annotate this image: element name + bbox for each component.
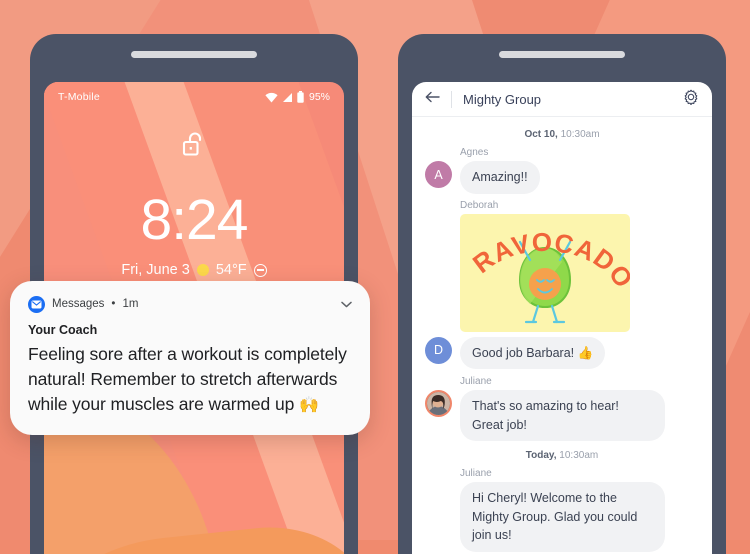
message-sender: Juliane xyxy=(460,376,492,387)
message-row: D Good job Barbara! 👍 xyxy=(425,336,699,369)
messages-icon xyxy=(28,295,45,313)
message-column: Deborah RAVOCAD xyxy=(460,200,699,332)
chat-app-phone: Mighty Group Oct 10, 10:30am A Agnes Ama… xyxy=(398,34,726,554)
day-stamp: Today, 10:30am xyxy=(425,450,699,461)
message-row: Deborah RAVOCAD xyxy=(425,200,699,332)
avatar-spacer xyxy=(425,482,452,509)
message-bubble[interactable]: That's so amazing to hear! Great job! xyxy=(460,390,665,441)
message-bubble[interactable]: Hi Cheryl! Welcome to the Mighty Group. … xyxy=(460,482,665,552)
status-bar: T-Mobile 95% xyxy=(44,82,344,112)
message-column: Juliane That's so amazing to hear! Great… xyxy=(460,376,699,441)
message-thread[interactable]: Oct 10, 10:30am A Agnes Amazing!! Debora… xyxy=(412,117,712,554)
temperature-label: 54°F xyxy=(215,262,247,278)
date-label: Fri, June 3 xyxy=(121,262,190,278)
app-bar: Mighty Group xyxy=(412,82,712,117)
notification-header: Messages • 1m xyxy=(28,295,352,313)
notification-separator: • xyxy=(111,298,116,310)
message-column: Good job Barbara! 👍 xyxy=(460,336,699,369)
day-stamp-time: 10:30am xyxy=(556,450,599,461)
day-stamp-date: Oct 10, xyxy=(524,129,558,140)
message-sender: Juliane xyxy=(460,468,492,479)
status-icons: 95% xyxy=(265,91,330,103)
avatar[interactable] xyxy=(425,390,452,417)
notification-body: Feeling sore after a workout is complete… xyxy=(28,342,352,417)
sticker-image[interactable]: BRAVOCADO xyxy=(460,213,630,332)
avatar[interactable]: D xyxy=(425,336,452,364)
phone-speaker-bar xyxy=(499,51,625,58)
back-arrow-icon[interactable] xyxy=(425,90,440,108)
day-stamp: Oct 10, 10:30am xyxy=(425,129,699,140)
message-row: Juliane Hi Cheryl! Welcome to the Mighty… xyxy=(425,468,699,552)
message-sender: Agnes xyxy=(460,147,489,158)
raising-hands-emoji: 🙌 xyxy=(298,396,319,414)
notification-time: 1m xyxy=(122,298,139,310)
message-bubble[interactable]: Amazing!! xyxy=(460,161,540,194)
message-bubble[interactable]: Good job Barbara! 👍 xyxy=(460,336,606,369)
message-sender: Deborah xyxy=(460,199,499,211)
do-not-disturb-icon xyxy=(253,263,267,277)
message-column: Juliane Hi Cheryl! Welcome to the Mighty… xyxy=(460,468,699,552)
notification-title: Your Coach xyxy=(28,323,98,337)
message-row: Juliane That's so amazing to hear! Great… xyxy=(425,376,699,441)
chat-screen: Mighty Group Oct 10, 10:30am A Agnes Ama… xyxy=(412,82,712,554)
lock-screen-date-weather: Fri, June 3 54°F xyxy=(44,262,344,278)
thumbs-up-emoji: 👍 xyxy=(577,345,594,360)
phone-speaker-bar xyxy=(131,51,257,58)
carrier-label: T-Mobile xyxy=(58,91,100,103)
battery-icon xyxy=(297,91,304,103)
sun-icon xyxy=(196,264,209,276)
message-row: A Agnes Amazing!! xyxy=(425,147,699,194)
notification-app-name: Messages xyxy=(52,298,105,310)
gear-icon[interactable] xyxy=(683,89,699,110)
day-stamp-time: 10:30am xyxy=(557,129,600,140)
lock-screen-clock: 8:24 xyxy=(140,188,249,252)
unlocked-padlock-icon xyxy=(181,130,207,165)
battery-percent-label: 95% xyxy=(308,91,330,103)
chat-title: Mighty Group xyxy=(463,91,542,107)
appbar-divider xyxy=(451,90,452,108)
notification-card[interactable]: Messages • 1m Your Coach Feeling sore af… xyxy=(10,281,370,436)
avatar[interactable]: A xyxy=(425,161,452,188)
chat-app: Mighty Group Oct 10, 10:30am A Agnes Ama… xyxy=(412,82,712,554)
avatar-spacer xyxy=(425,214,452,241)
wifi-icon xyxy=(265,92,278,102)
message-text: Good job Barbara! xyxy=(472,345,578,360)
chevron-down-icon[interactable] xyxy=(341,295,352,313)
message-column: Agnes Amazing!! xyxy=(460,147,699,194)
cellular-signal-icon xyxy=(282,92,292,102)
day-stamp-date: Today, xyxy=(525,450,557,461)
